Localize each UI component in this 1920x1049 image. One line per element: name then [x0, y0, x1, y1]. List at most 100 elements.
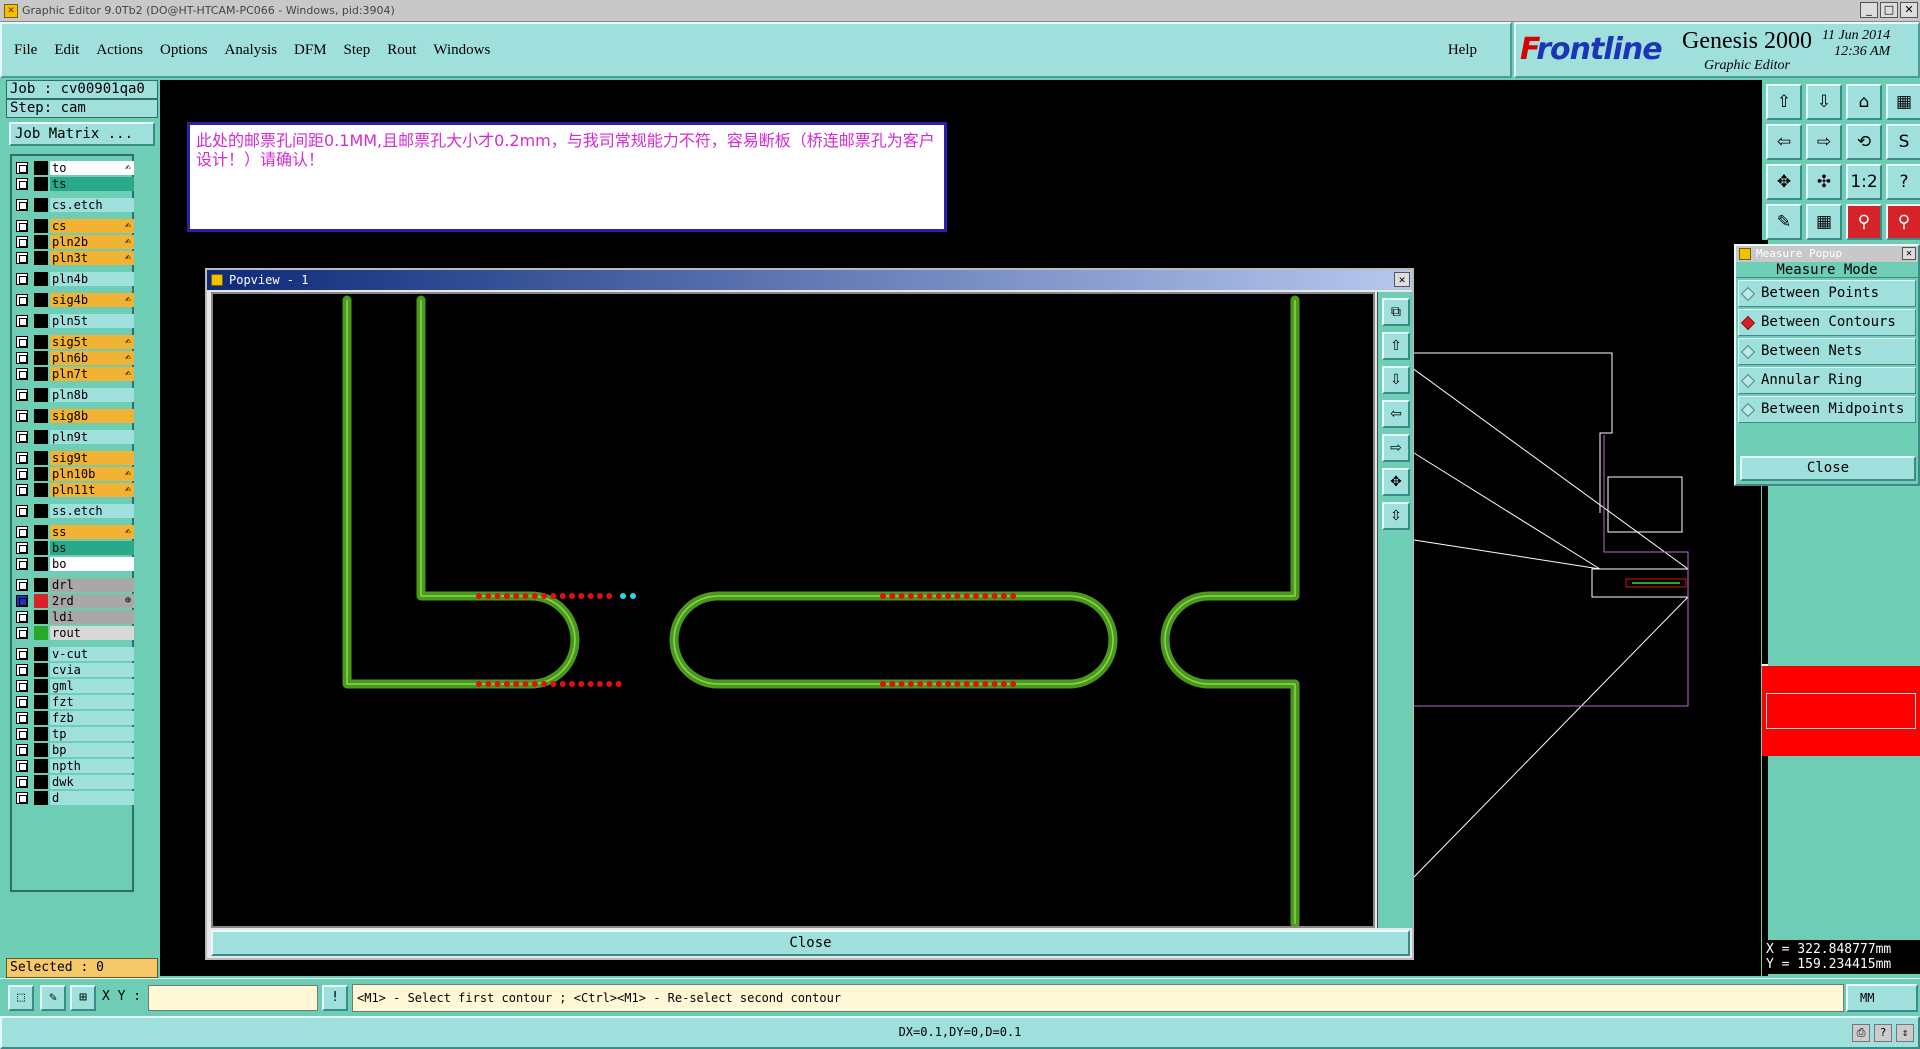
layer-row-pln7t[interactable]: pln7t ✍ [14, 366, 134, 382]
layer-name[interactable]: v-cut [50, 647, 134, 661]
popview-close-x-button[interactable]: ✕ [1394, 272, 1410, 287]
layer-color-swatch[interactable] [34, 663, 48, 677]
layer-checkbox[interactable] [16, 199, 28, 211]
menu-help[interactable]: Help [1448, 42, 1477, 59]
layer-name[interactable]: pln2b ✍ [50, 235, 134, 249]
measure-close-x-button[interactable]: ✕ [1902, 247, 1916, 260]
layer-color-swatch[interactable] [34, 711, 48, 725]
layer-checkbox[interactable] [16, 220, 28, 232]
layer-name[interactable]: cvia [50, 663, 134, 677]
layer-name[interactable]: pln6b ✍ [50, 351, 134, 365]
mouse-bite-hole[interactable] [494, 593, 501, 599]
layer-checkbox[interactable] [16, 744, 28, 756]
layer-checkbox[interactable] [16, 776, 28, 788]
layer-checkbox[interactable] [16, 505, 28, 517]
layer-name[interactable]: ldi [50, 610, 134, 624]
layer-name[interactable]: pln4b [50, 272, 134, 286]
mouse-bite-hole[interactable] [963, 593, 970, 599]
menu-options[interactable]: Options [160, 42, 208, 59]
layer-row-pln4b[interactable]: pln4b [14, 271, 134, 287]
mouse-bite-hole[interactable] [991, 593, 998, 599]
mouse-bite-hole[interactable] [569, 593, 575, 599]
mouse-bite-hole[interactable] [1000, 681, 1007, 687]
layer-row-ss[interactable]: ss ✍ [14, 524, 134, 540]
mouse-bite-hole[interactable] [494, 681, 501, 687]
units-selector[interactable]: MM [1846, 984, 1918, 1012]
measure-option-between-midpoints[interactable]: Between Midpoints [1738, 396, 1916, 423]
layer-color-swatch[interactable] [34, 759, 48, 773]
layer-checkbox[interactable] [16, 728, 28, 740]
popview-tool-fit-icon[interactable]: ⧉ [1382, 298, 1410, 326]
layer-row-dwk[interactable]: dwk [14, 774, 134, 790]
measure-option-between-points[interactable]: Between Points [1738, 280, 1916, 307]
popview-tool-center-icon[interactable]: ⇳ [1382, 502, 1410, 530]
layer-row-tp[interactable]: tp [14, 726, 134, 742]
measure-icon[interactable]: ⚲ [1846, 204, 1882, 240]
mouse-bite-hole[interactable] [569, 681, 575, 687]
menu-dfm[interactable]: DFM [294, 42, 327, 59]
layer-row-fzt[interactable]: fzt [14, 694, 134, 710]
layer-row-ts[interactable]: ts [14, 176, 134, 192]
mouse-bite-hole[interactable] [587, 593, 594, 599]
mouse-bite-hole[interactable] [559, 681, 566, 687]
layer-row-pln9t[interactable]: pln9t [14, 429, 134, 445]
layer-color-swatch[interactable] [34, 743, 48, 757]
grid-icon[interactable]: ▦ [1806, 204, 1842, 240]
layer-name[interactable]: rout [50, 626, 134, 640]
mouse-bite-hole[interactable] [954, 681, 961, 687]
snap-icon[interactable]: S [1886, 124, 1920, 160]
scroll-icon[interactable]: ⇕ [1896, 1024, 1914, 1042]
mouse-bite-hole[interactable] [917, 681, 924, 687]
mouse-bite-hole[interactable] [522, 681, 529, 687]
layer-checkbox[interactable] [16, 542, 28, 554]
mouse-bite-hole[interactable] [898, 681, 905, 687]
layer-checkbox[interactable] [16, 294, 28, 306]
layer-checkbox[interactable] [16, 648, 28, 660]
mouse-bite-hole[interactable] [587, 681, 594, 687]
mouse-bite-hole[interactable] [880, 681, 886, 687]
mouse-bite-hole[interactable] [898, 593, 905, 599]
layer-name[interactable]: dwk [50, 775, 134, 789]
mouse-bite-hole[interactable] [513, 681, 520, 687]
layer-row-cs.etch[interactable]: cs.etch [14, 197, 134, 213]
layer-name[interactable]: tp [50, 727, 134, 741]
job-matrix-button[interactable]: Job Matrix ... [9, 122, 155, 146]
layer-row-cvia[interactable]: cvia [14, 662, 134, 678]
layer-row-sig4b[interactable]: sig4b ✍ [14, 292, 134, 308]
mouse-bite-hole[interactable] [982, 593, 989, 599]
layer-color-swatch[interactable] [34, 594, 48, 608]
minimize-button[interactable]: _ [1860, 2, 1878, 18]
layer-checkbox[interactable] [16, 352, 28, 364]
scale-icon[interactable]: 1:2 [1846, 164, 1882, 200]
layer-color-swatch[interactable] [34, 483, 48, 497]
pan-down-icon[interactable]: ⇩ [1806, 84, 1842, 120]
info-icon[interactable]: ! [322, 985, 348, 1011]
measure-option-between-contours[interactable]: Between Contours [1738, 309, 1916, 336]
layer-name[interactable]: ts [50, 177, 134, 191]
help-icon[interactable]: ? [1886, 164, 1920, 200]
mouse-bite-hole[interactable] [954, 593, 961, 599]
zoom-fit-icon[interactable]: ✥ [1766, 164, 1802, 200]
menu-step[interactable]: Step [344, 42, 371, 59]
mouse-bite-hole[interactable] [926, 593, 933, 599]
layer-color-swatch[interactable] [34, 525, 48, 539]
measure-option-between-nets[interactable]: Between Nets [1738, 338, 1916, 365]
layer-color-swatch[interactable] [34, 235, 48, 249]
mouse-bite-hole[interactable] [578, 681, 585, 687]
layer-color-swatch[interactable] [34, 610, 48, 624]
popview-tool-right-icon[interactable]: ⇨ [1382, 434, 1410, 462]
mouse-bite-hole[interactable] [559, 593, 566, 599]
layer-row-pln8b[interactable]: pln8b [14, 387, 134, 403]
menu-actions[interactable]: Actions [96, 42, 143, 59]
measure-close-button[interactable]: Close [1740, 456, 1916, 481]
layer-row-bs[interactable]: bs [14, 540, 134, 556]
layer-color-swatch[interactable] [34, 775, 48, 789]
mouse-bite-hole[interactable] [991, 681, 998, 687]
layer-row-2rd[interactable]: 2rd ⊕ [14, 593, 134, 609]
layer-name[interactable]: pln9t [50, 430, 134, 444]
layer-checkbox[interactable] [16, 368, 28, 380]
maximize-button[interactable]: □ [1880, 2, 1898, 18]
layer-name[interactable]: pln7t ✍ [50, 367, 134, 381]
layer-color-swatch[interactable] [34, 430, 48, 444]
layer-name[interactable]: sig4b ✍ [50, 293, 134, 307]
